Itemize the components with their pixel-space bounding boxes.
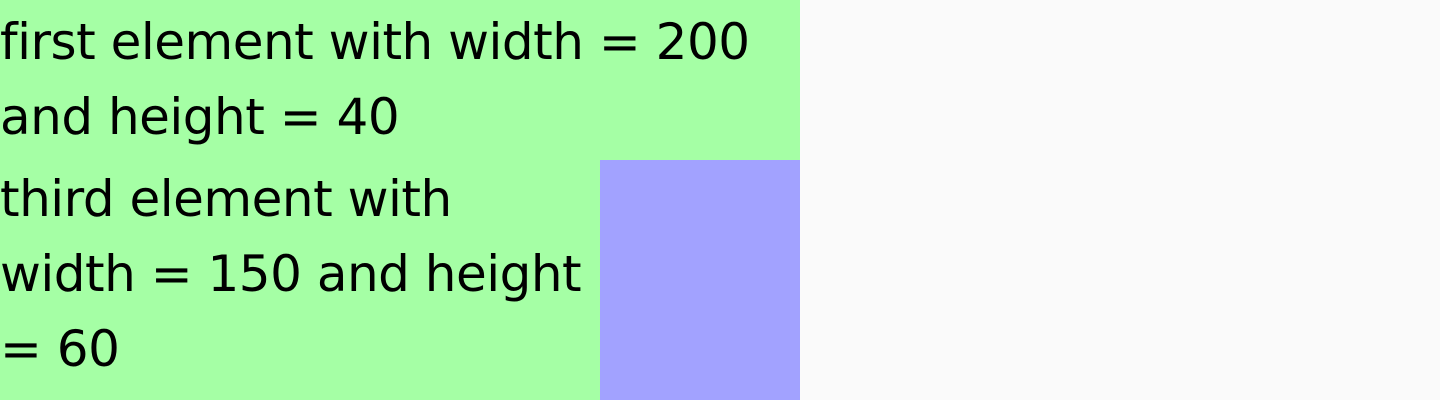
green-container: first element with width = 200 and heigh…	[0, 0, 800, 400]
second-element	[600, 160, 800, 400]
first-element: first element with width = 200 and heigh…	[0, 13, 750, 146]
third-element: third element with width = 150 and heigh…	[0, 170, 582, 378]
page-canvas: first element with width = 200 and heigh…	[0, 0, 1440, 400]
